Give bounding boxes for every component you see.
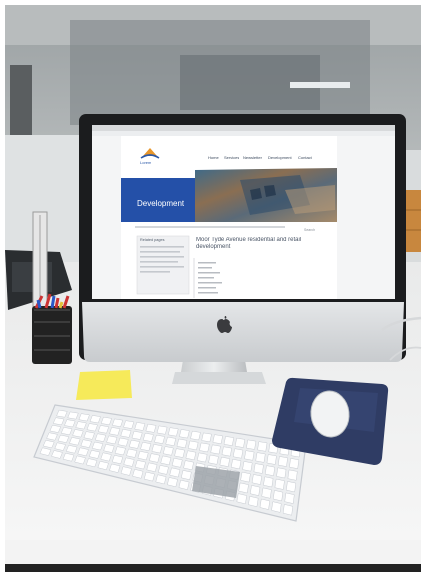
keyboard-key [162,446,174,456]
keyboard-key [137,450,149,461]
keyboard-key [240,471,251,483]
keyboard-key [272,490,284,502]
keyboard-key [156,425,168,435]
keyboard-key [94,433,107,442]
banner-title: Development [137,199,185,208]
keyboard-key [140,441,152,452]
keyboard-key [263,476,274,488]
keyboard-key [284,492,295,504]
keyboard-key [236,493,248,505]
keyboard-key [264,465,276,477]
pen-cup [32,306,72,364]
keyboard-key [165,436,177,447]
keyboard-key [142,432,154,442]
keyboard-key [151,444,163,454]
keyboard-key [230,458,242,470]
keyboard-key [244,450,255,461]
website-screen [92,125,395,299]
keyboard-key [274,478,285,490]
keyboard-key [248,495,259,508]
keyboard-key [212,434,223,445]
site-nav: Home Services Newsletter Development Con… [208,155,333,163]
keyboard-key [242,461,253,472]
keyboard-key [219,456,231,467]
keyboard-key [271,501,282,513]
keyboard-key [112,418,124,427]
office-desk-photo [0,0,426,572]
stand-base [172,372,266,384]
keyboard-key [128,439,140,449]
keyboard-key [180,470,192,481]
keyboard-key [199,442,210,453]
keyboard-key [131,430,143,440]
keyboard-key [176,438,188,449]
wall-frame [10,65,32,135]
keyboard-key [276,467,287,479]
keyboard-key [255,452,266,463]
keyboard-key [285,481,297,493]
keyboard-key [145,423,157,433]
sidebar-title: Related pages [140,238,165,242]
desk-edge [5,564,421,572]
keyboard-key [259,498,271,510]
keyboard-key [196,452,208,463]
keyboard-key [185,450,197,461]
keyboard-key [123,420,135,429]
keyboard-key [120,429,132,438]
nav-home[interactable]: Home [208,155,219,160]
keyboard-key [289,458,300,469]
keyboard-key [157,465,169,475]
keyboard-key [238,482,249,494]
keyboard-key [148,453,160,463]
imac-chin [82,302,404,362]
keyboard-key [91,441,104,451]
keyboard-key [169,467,181,478]
keyboard-key [251,474,263,485]
keyboard-key [187,440,199,451]
page-heading-text: Moor Tyde Avenue residential and retail … [196,237,302,250]
keyboard-key [160,455,172,466]
keyboard-key [282,504,294,516]
keyboard-key [146,462,158,473]
keyboard-key [103,444,115,453]
keyboard-key [249,485,261,496]
keyboard-key [190,430,201,441]
keyboard-key [223,436,235,446]
keyboard-key [266,454,277,465]
keyboard-key [277,456,288,467]
keyboard-key [210,444,221,455]
keyboard-key [134,422,146,431]
site-logo-text: Lorem [140,160,152,165]
keyboard-key [234,437,246,448]
keyboard-key [117,437,129,447]
keyboard-key [246,439,257,450]
sticky-pad [76,370,132,400]
keyboard-key [232,448,244,459]
keyboard-key [126,448,138,458]
nav-contact[interactable]: Contact [298,155,312,160]
page-heading: Moor Tyde Avenue residential and retail … [196,237,332,251]
nav-services[interactable]: Services [224,155,239,160]
nav-development[interactable]: Development [268,155,292,160]
keyboard-key [179,429,190,439]
nav-newsletter[interactable]: Newsletter [243,155,262,160]
keyboard-key [253,463,264,474]
keyboard-key [174,448,185,458]
keyboard-key [201,432,212,443]
keyboard-key [114,446,126,456]
keyboard-key [183,460,194,471]
keyboard-key [109,427,121,436]
keyboard-key [287,469,298,481]
keyboard-key [257,441,268,452]
keyboard-key [261,487,272,499]
keyboard-key [208,454,219,465]
keyboard-key [221,446,233,457]
keyboard-key [167,427,179,437]
search-link[interactable]: Search [304,228,315,232]
keyboard-key [106,435,118,445]
keyboard-key [154,434,165,444]
keyboard-key [171,457,183,468]
